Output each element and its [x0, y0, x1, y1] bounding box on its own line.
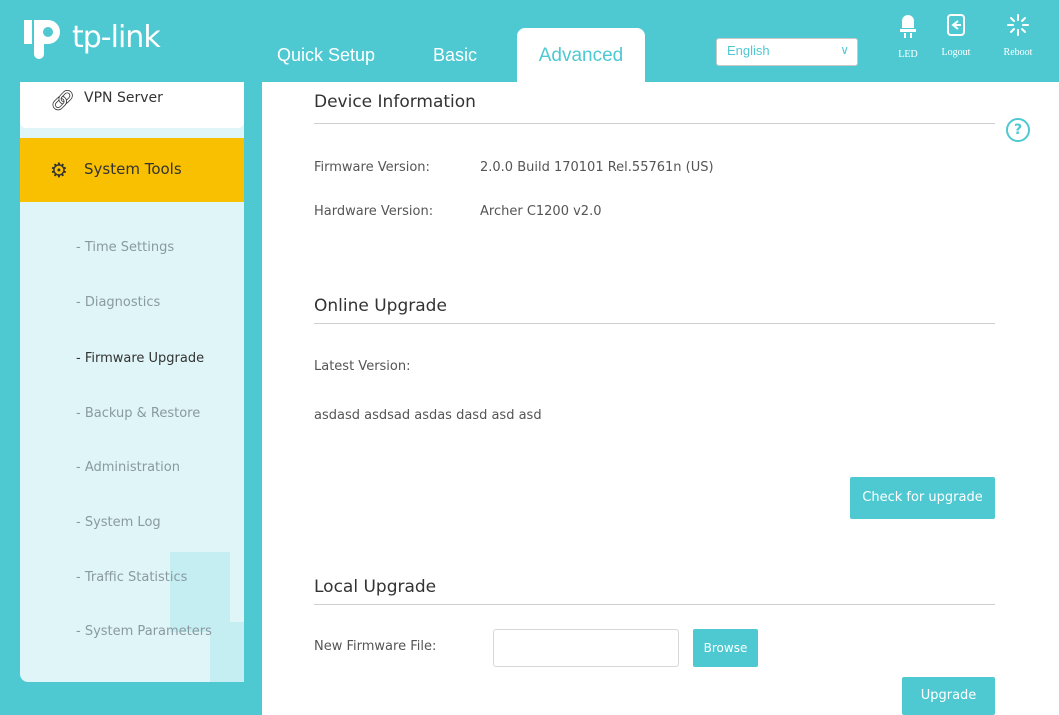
check-for-upgrade-button[interactable]: Check for upgrade	[850, 477, 995, 519]
top-bar: tp-link Quick Setup Basic Advanced Engli…	[0, 0, 1059, 84]
latest-version-label: Latest Version:	[314, 359, 411, 374]
tab-basic[interactable]: Basic	[433, 45, 477, 66]
reboot-button[interactable]: Reboot	[998, 14, 1038, 58]
led-label: LED	[898, 49, 918, 60]
release-notes-text: asdasd asdsad asdas dasd asd asd	[314, 408, 542, 423]
brand-name: tp-link	[72, 19, 161, 55]
sidebar-item-traffic-statistics[interactable]: - Traffic Statistics	[76, 570, 187, 585]
logout-label: Logout	[941, 47, 971, 58]
sidebar-decoration	[210, 622, 244, 682]
tab-advanced[interactable]: Advanced	[517, 28, 645, 84]
sidebar-item-administration[interactable]: - Administration	[76, 460, 180, 475]
logout-button[interactable]: Logout	[936, 14, 976, 58]
help-icon[interactable]: ?	[1006, 118, 1030, 142]
divider	[314, 123, 995, 124]
new-firmware-file-label: New Firmware File:	[314, 639, 437, 654]
language-value: English	[727, 43, 770, 58]
tp-link-logo-icon	[20, 14, 66, 60]
chevron-down-icon: ∨	[840, 43, 849, 57]
led-icon	[888, 14, 928, 45]
gear-icon: ⚙	[50, 158, 68, 182]
sidebar-item-diagnostics[interactable]: - Diagnostics	[76, 295, 160, 310]
sidebar-item-label: System Tools	[84, 160, 182, 178]
brand-logo[interactable]: tp-link	[20, 14, 161, 60]
firmware-version-value: 2.0.0 Build 170101 Rel.55761n (US)	[480, 160, 714, 175]
sidebar-item-time-settings[interactable]: - Time Settings	[76, 240, 174, 255]
link-icon: 🔗︎	[50, 88, 76, 112]
sidebar-decoration	[170, 552, 230, 632]
language-select[interactable]: English ∨	[716, 38, 858, 66]
sidebar: 🔗︎ VPN Server ⚙ System Tools - Time Sett…	[20, 82, 244, 682]
upgrade-button[interactable]: Upgrade	[902, 677, 995, 715]
browse-button[interactable]: Browse	[693, 629, 758, 667]
tab-quick-setup[interactable]: Quick Setup	[277, 45, 375, 66]
main-panel: Device Information ? Firmware Version: 2…	[262, 82, 1059, 715]
led-button[interactable]: LED	[888, 14, 928, 60]
sidebar-item-vpn-server[interactable]: 🔗︎ VPN Server	[20, 82, 244, 128]
hardware-version-label: Hardware Version:	[314, 204, 434, 219]
hardware-version-value: Archer C1200 v2.0	[480, 204, 602, 219]
logout-icon	[936, 14, 976, 43]
reboot-icon	[998, 14, 1038, 43]
sidebar-item-label: VPN Server	[84, 90, 163, 106]
sidebar-item-system-log[interactable]: - System Log	[76, 515, 161, 530]
local-upgrade-title: Local Upgrade	[314, 577, 437, 597]
firmware-file-input[interactable]	[493, 629, 679, 667]
sidebar-item-system-tools[interactable]: ⚙ System Tools	[20, 138, 244, 202]
sidebar-item-firmware-upgrade[interactable]: - Firmware Upgrade	[76, 351, 204, 366]
reboot-label: Reboot	[1003, 47, 1033, 58]
divider	[314, 604, 995, 605]
divider	[314, 323, 995, 324]
device-info-title: Device Information	[314, 92, 476, 112]
online-upgrade-title: Online Upgrade	[314, 296, 447, 316]
sidebar-item-system-parameters[interactable]: - System Parameters	[76, 624, 212, 639]
firmware-version-label: Firmware Version:	[314, 160, 430, 175]
sidebar-item-backup-restore[interactable]: - Backup & Restore	[76, 406, 200, 421]
